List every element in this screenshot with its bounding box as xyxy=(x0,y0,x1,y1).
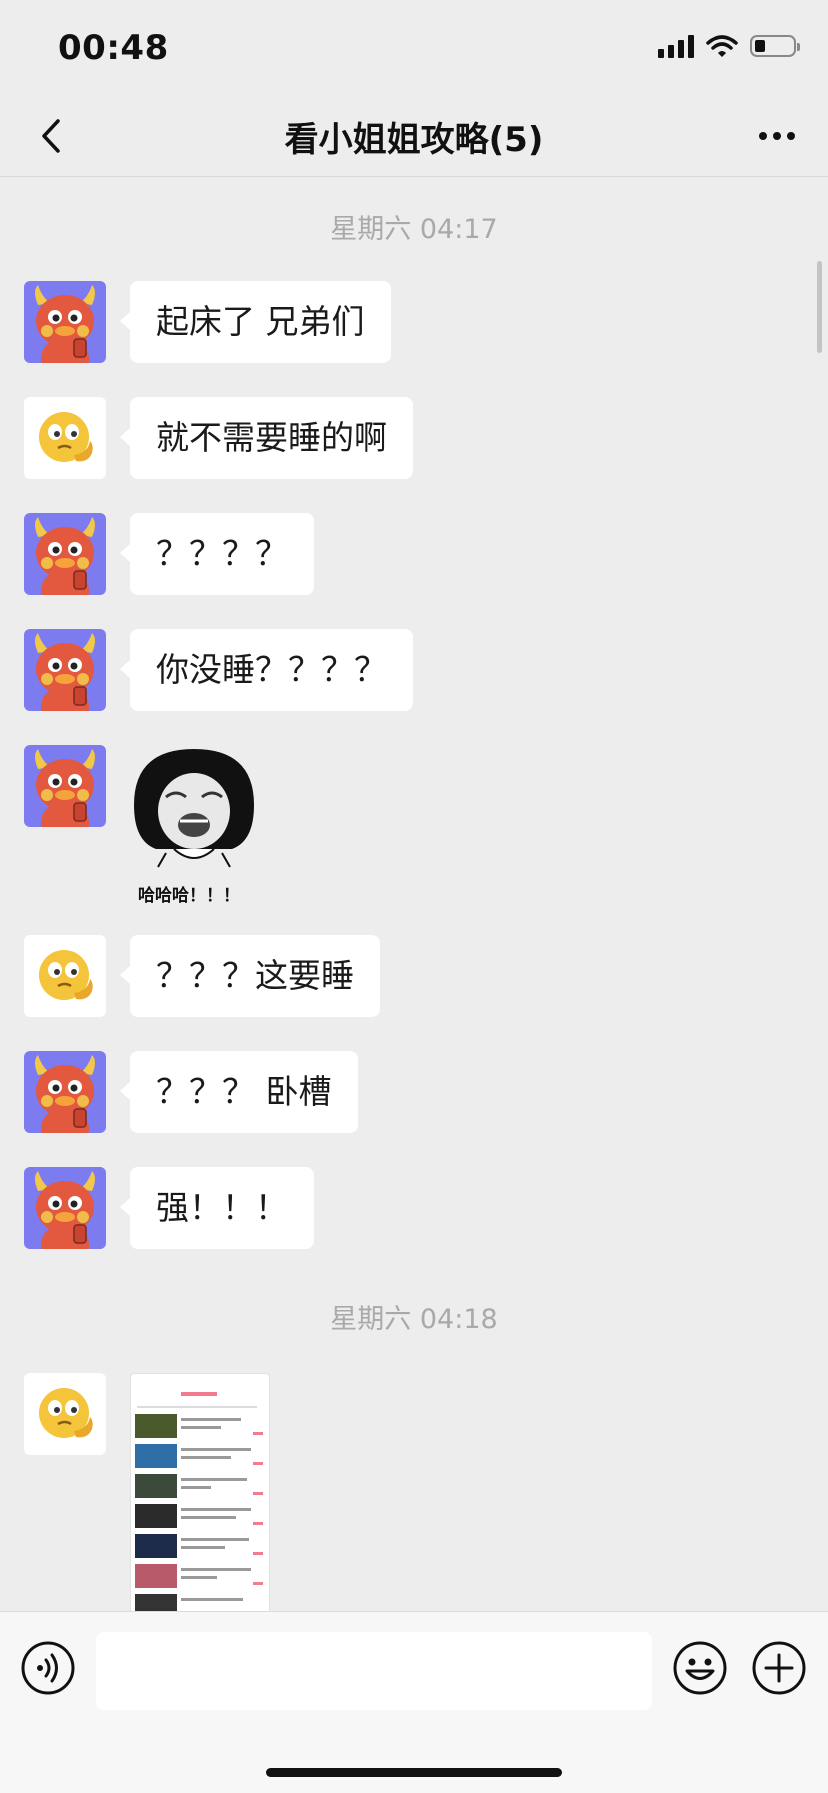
scrollbar[interactable] xyxy=(817,261,822,353)
image-message[interactable] xyxy=(130,1373,270,1611)
message-input[interactable] xyxy=(96,1632,652,1710)
laughing-face-sticker xyxy=(134,749,254,868)
message-row: ？？？？ xyxy=(24,513,314,595)
status-icons xyxy=(658,34,800,58)
avatar[interactable] xyxy=(24,629,106,711)
avatar[interactable] xyxy=(24,1051,106,1133)
emoji-icon[interactable] xyxy=(672,1640,728,1696)
message-row: 你没睡？？？？ xyxy=(24,629,413,711)
voice-icon[interactable] xyxy=(20,1640,76,1696)
thumbnail-row xyxy=(135,1504,265,1530)
thumbnail-row xyxy=(135,1564,265,1590)
thumbnail-row xyxy=(135,1474,265,1500)
message-bubble[interactable]: ？？？ 卧槽 xyxy=(120,1051,358,1133)
message-row: 就不需要睡的啊 xyxy=(24,397,413,479)
more-button[interactable] xyxy=(752,110,802,162)
sticker-caption: 哈哈哈！！！ xyxy=(138,886,240,906)
avatar[interactable] xyxy=(24,513,106,595)
message-row: 起床了 兄弟们 xyxy=(24,281,391,363)
message-bubble[interactable]: ？？？这要睡 xyxy=(120,935,380,1017)
input-bar xyxy=(0,1611,828,1793)
message-bubble[interactable]: 你没睡？？？？ xyxy=(120,629,413,711)
thumbnail-row xyxy=(135,1534,265,1560)
status-time: 00:48 xyxy=(58,28,169,68)
avatar[interactable] xyxy=(24,1373,106,1455)
message-bubble[interactable]: ？？？？ xyxy=(120,513,314,595)
timestamp: 星期六 04:18 xyxy=(330,1304,498,1335)
thumbnail-header xyxy=(131,1388,269,1408)
message-row xyxy=(24,1373,270,1611)
home-indicator[interactable] xyxy=(266,1768,562,1777)
message-row: 强！！！ xyxy=(24,1167,314,1249)
timestamp: 星期六 04:17 xyxy=(330,214,498,245)
more-dots-icon xyxy=(759,132,795,140)
message-bubble[interactable]: 起床了 兄弟们 xyxy=(120,281,391,363)
message-bubble[interactable]: 强！！！ xyxy=(120,1167,314,1249)
avatar[interactable] xyxy=(24,935,106,1017)
plus-icon[interactable] xyxy=(751,1640,807,1696)
avatar[interactable] xyxy=(24,1167,106,1249)
message-row: ？？？ 卧槽 xyxy=(24,1051,358,1133)
cellular-signal-icon xyxy=(658,34,694,58)
thumbnail-row xyxy=(135,1594,265,1611)
wifi-icon xyxy=(706,35,738,57)
chat-history[interactable]: 星期六 04:17 起床了 兄弟们 就不需要睡的啊 ？？？？ 你没睡？？？？ 哈… xyxy=(0,177,828,1611)
message-bubble[interactable]: 就不需要睡的啊 xyxy=(120,397,413,479)
chat-title: 看小姐姐攻略(5) xyxy=(284,120,544,160)
status-bar: 00:48 xyxy=(0,0,828,96)
sticker-message[interactable]: 哈哈哈！！！ xyxy=(130,745,258,906)
avatar[interactable] xyxy=(24,281,106,363)
avatar[interactable] xyxy=(24,745,106,827)
battery-icon xyxy=(750,35,800,57)
message-row: 哈哈哈！！！ xyxy=(24,745,258,906)
message-row: ？？？这要睡 xyxy=(24,935,380,1017)
avatar[interactable] xyxy=(24,397,106,479)
thumbnail-row xyxy=(135,1414,265,1440)
nav-bar: 看小姐姐攻略(5) xyxy=(0,96,828,177)
thumbnail-row xyxy=(135,1444,265,1470)
